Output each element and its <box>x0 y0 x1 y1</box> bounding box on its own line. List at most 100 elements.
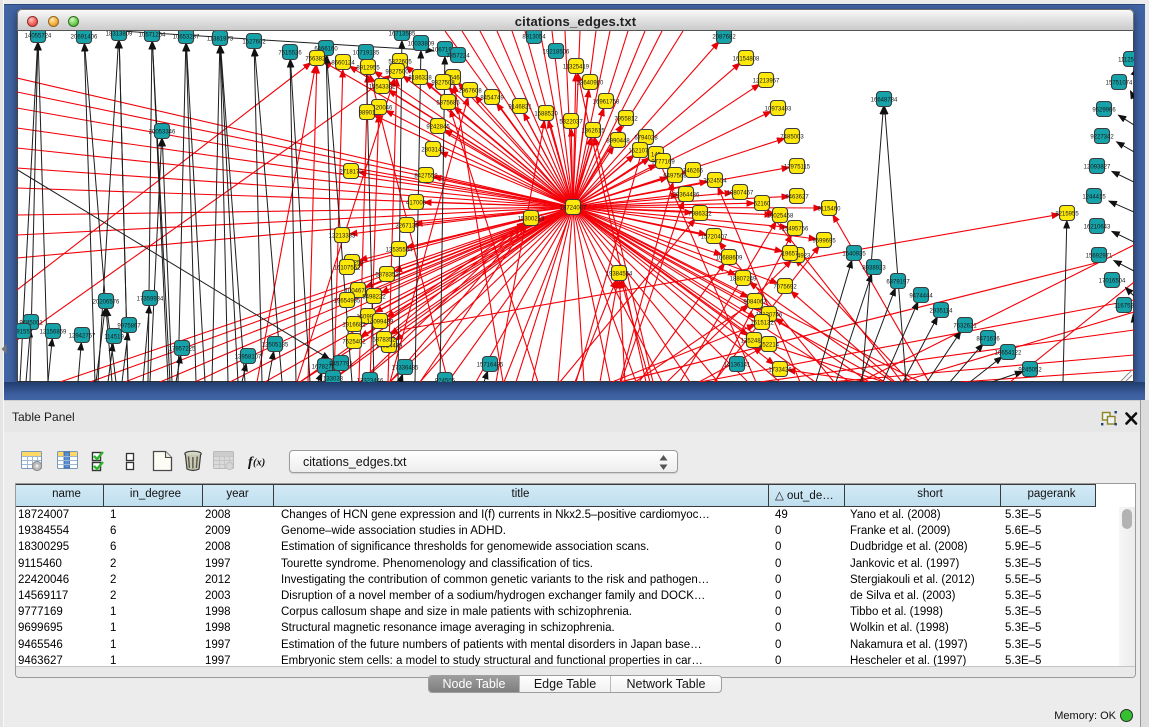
svg-text:9227342: 9227342 <box>1090 134 1114 140</box>
svg-text:11325419: 11325419 <box>563 64 590 70</box>
svg-text:7515526: 7515526 <box>278 50 302 56</box>
svg-text:10654122: 10654122 <box>995 350 1022 356</box>
svg-text:10653287: 10653287 <box>173 34 200 40</box>
svg-text:16543382: 16543382 <box>369 84 396 90</box>
svg-text:9146821: 9146821 <box>508 104 532 110</box>
svg-text:7485003: 7485003 <box>780 134 804 140</box>
svg-text:5322037: 5322037 <box>559 119 583 125</box>
svg-text:19657: 19657 <box>782 251 799 257</box>
svg-text:746266: 746266 <box>683 168 704 174</box>
svg-text:1640935: 1640935 <box>842 251 866 257</box>
svg-text:2718170: 2718170 <box>339 169 363 175</box>
svg-text:19384554: 19384554 <box>606 271 633 277</box>
svg-text:20364436: 20364436 <box>673 192 700 198</box>
svg-text:18640910: 18640910 <box>577 80 604 86</box>
svg-text:11125419: 11125419 <box>1118 57 1134 63</box>
svg-text:10571254: 10571254 <box>139 32 166 38</box>
svg-text:16210643: 16210643 <box>1084 224 1111 230</box>
svg-text:9245052: 9245052 <box>1018 367 1042 373</box>
svg-text:9327508: 9327508 <box>431 80 455 86</box>
svg-text:15720407: 15720407 <box>701 234 728 240</box>
svg-text:1527602: 1527602 <box>242 39 266 45</box>
svg-text:12213383: 12213383 <box>329 233 356 239</box>
svg-text:12156859: 12156859 <box>40 329 67 335</box>
svg-text:20053346: 20053346 <box>149 129 176 135</box>
svg-text:9115460: 9115460 <box>818 206 842 212</box>
svg-text:6794028: 6794028 <box>634 135 658 141</box>
svg-text:10807467: 10807467 <box>727 190 754 196</box>
svg-text:18807249: 18807249 <box>730 276 757 282</box>
svg-text:17975115: 17975115 <box>784 164 811 170</box>
svg-text:8215955: 8215955 <box>1055 211 1079 217</box>
svg-text:6879197: 6879197 <box>886 279 910 285</box>
svg-text:19654985: 19654985 <box>334 298 361 304</box>
svg-text:2935114: 2935114 <box>930 308 954 314</box>
svg-text:11381973: 11381973 <box>207 36 234 42</box>
svg-text:7663822: 7663822 <box>305 56 329 62</box>
svg-text:2967608: 2967608 <box>458 88 482 94</box>
svg-text:15300213: 15300213 <box>518 216 545 222</box>
svg-text:7986322: 7986322 <box>688 211 712 217</box>
svg-text:16154808: 16154808 <box>733 56 760 62</box>
svg-text:18313809: 18313809 <box>106 31 133 37</box>
svg-text:1588520: 1588520 <box>534 111 558 117</box>
svg-text:7955812: 7955812 <box>614 116 638 122</box>
svg-text:8427552: 8427552 <box>414 173 438 179</box>
svg-text:8471676: 8471676 <box>976 336 1000 342</box>
svg-text:9242845: 9242845 <box>426 124 450 130</box>
svg-text:9463627: 9463627 <box>785 194 809 200</box>
svg-text:12942757: 12942757 <box>69 333 96 339</box>
svg-text:9327500: 9327500 <box>385 69 409 75</box>
svg-text:16648784: 16648784 <box>871 97 898 103</box>
svg-text:17336485: 17336485 <box>392 365 419 371</box>
svg-text:12093827: 12093827 <box>1084 164 1111 170</box>
svg-text:9777169: 9777169 <box>651 159 675 165</box>
svg-text:14136141: 14136141 <box>724 362 751 368</box>
svg-text:16713585: 16713585 <box>389 31 416 37</box>
svg-text:391557: 391557 <box>17 329 34 335</box>
svg-text:13495756: 13495756 <box>782 226 809 232</box>
svg-text:12505185: 12505185 <box>262 342 289 348</box>
svg-text:8454749: 8454749 <box>480 95 504 101</box>
svg-text:10688609: 10688609 <box>716 255 743 261</box>
svg-text:3267130: 3267130 <box>395 223 419 229</box>
svg-text:2087682: 2087682 <box>712 34 736 40</box>
svg-text:9084067: 9084067 <box>743 299 767 305</box>
svg-text:3624554: 3624554 <box>703 178 727 184</box>
svg-text:1916682: 1916682 <box>342 322 366 328</box>
svg-text:(x): (x) <box>253 458 265 469</box>
svg-text:7357224: 7357224 <box>446 53 470 59</box>
svg-text:8660124: 8660124 <box>331 60 355 66</box>
svg-text:1733426: 1733426 <box>768 367 792 373</box>
svg-text:7625402: 7625402 <box>342 339 366 345</box>
svg-text:18724007: 18724007 <box>560 205 587 211</box>
svg-text:8912955: 8912955 <box>356 65 380 71</box>
svg-text:17957225: 17957225 <box>169 346 196 352</box>
svg-text:13535594: 13535594 <box>386 247 413 253</box>
svg-text:9529966: 9529966 <box>1092 107 1116 113</box>
svg-text:15692971: 15692971 <box>1086 253 1113 259</box>
svg-text:1362615: 1362615 <box>581 128 605 134</box>
svg-text:252214: 252214 <box>759 342 780 348</box>
svg-text:5875685: 5875685 <box>436 100 460 106</box>
svg-text:9975867: 9975867 <box>117 323 141 329</box>
svg-text:14055724: 14055724 <box>25 33 52 39</box>
svg-text:9474444: 9474444 <box>909 293 933 299</box>
svg-text:16107562: 16107562 <box>334 265 361 271</box>
svg-text:15716485: 15716485 <box>477 362 504 368</box>
svg-text:8938923: 8938923 <box>862 265 886 271</box>
svg-text:8186328: 8186328 <box>408 75 432 81</box>
svg-text:20206576: 20206576 <box>93 299 120 305</box>
svg-text:15751074: 15751074 <box>1106 80 1133 86</box>
svg-text:417006: 417006 <box>406 200 427 206</box>
svg-text:20691406: 20691406 <box>71 34 98 40</box>
svg-text:98901: 98901 <box>359 110 376 116</box>
svg-text:5498222: 5498222 <box>362 294 386 300</box>
svg-text:114519: 114519 <box>104 334 124 340</box>
svg-text:9699695: 9699695 <box>812 238 836 244</box>
svg-text:2803144: 2803144 <box>421 147 445 153</box>
svg-text:5878352: 5878352 <box>372 337 396 343</box>
svg-text:9457791: 9457791 <box>329 361 353 367</box>
svg-text:12213967: 12213967 <box>753 78 780 84</box>
svg-text:116753: 116753 <box>1114 303 1134 309</box>
